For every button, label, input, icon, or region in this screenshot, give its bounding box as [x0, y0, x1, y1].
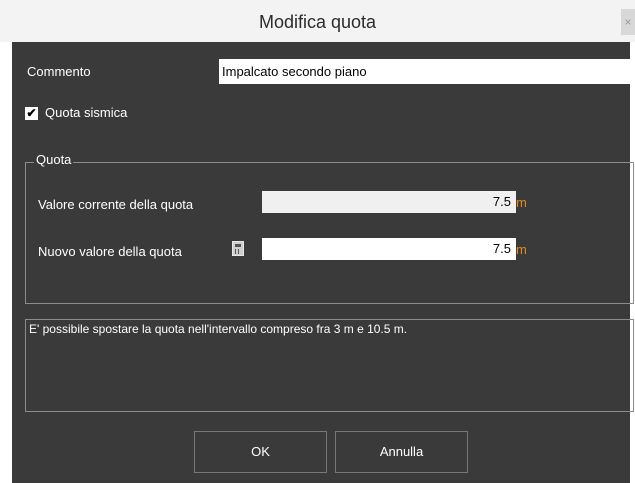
new-value-input[interactable]: 7.5: [262, 238, 516, 260]
quota-sismica-checkbox[interactable]: ✔: [25, 107, 38, 120]
quota-groupbox: [25, 162, 634, 304]
current-value-unit: m: [516, 195, 527, 210]
title-bar: Modifica quota ×: [0, 0, 635, 42]
close-button[interactable]: ×: [621, 9, 635, 35]
quota-group-title: Quota: [34, 152, 74, 167]
commento-input[interactable]: Impalcato secondo piano: [219, 59, 631, 84]
dialog-body: Commento Impalcato secondo piano ✔ Quota…: [12, 42, 634, 483]
current-value-field: 7.5: [262, 191, 516, 213]
quota-sismica-label: Quota sismica: [45, 105, 128, 120]
cancel-button[interactable]: Annulla: [335, 431, 468, 473]
ok-button[interactable]: OK: [194, 431, 327, 473]
calculator-icon[interactable]: [232, 241, 244, 256]
new-value-unit: m: [516, 242, 527, 257]
commento-label: Commento: [27, 64, 91, 79]
new-value-label: Nuovo valore della quota: [38, 244, 182, 259]
info-message: E' possibile spostare la quota nell'inte…: [25, 319, 634, 412]
window-title: Modifica quota: [258, 12, 377, 32]
current-value-label: Valore corrente della quota: [38, 197, 194, 212]
